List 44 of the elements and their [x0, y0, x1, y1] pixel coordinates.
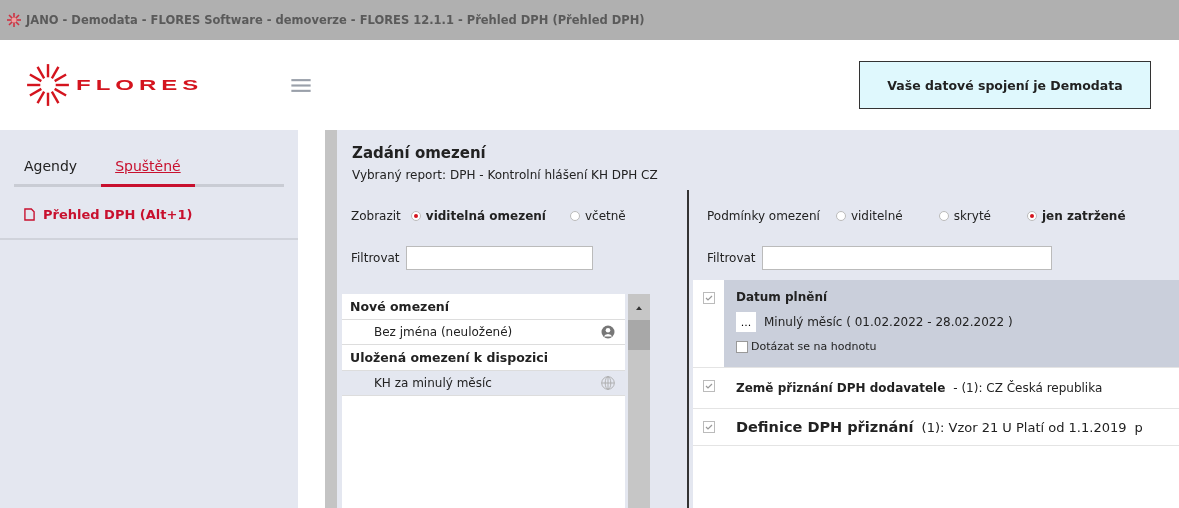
condition-name: Země přiznání DPH dodavatele [736, 381, 946, 395]
radio-option[interactable]: viditelné [835, 209, 903, 223]
filter-label: Filtrovat [351, 251, 400, 265]
globe-icon [601, 376, 615, 390]
filter-field[interactable] [761, 246, 1052, 270]
filter-label: Filtrovat [707, 251, 756, 265]
filter-list-item[interactable]: Bez jména (neuložené) [342, 320, 625, 345]
document-icon [24, 208, 35, 221]
value-picker-button[interactable]: ... [736, 312, 756, 332]
condition-detail: - (1): CZ Česká republika [953, 381, 1103, 395]
radio-option[interactable]: jen zatržené [1027, 209, 1126, 223]
condition-checkbox[interactable] [702, 380, 715, 392]
show-label: Zobrazit [351, 209, 401, 223]
item-label: KH za minulý měsíc [374, 376, 492, 390]
app-logo-icon [6, 12, 22, 28]
filter-list-item[interactable]: KH za minulý měsíc [342, 371, 625, 396]
radio-option[interactable]: skryté [938, 209, 991, 223]
scrollbar-thumb[interactable] [628, 320, 650, 350]
scrollbar[interactable] [628, 294, 650, 508]
connection-button[interactable]: Vaše datové spojení je Demodata [859, 61, 1151, 109]
condition-detail: (1): Vzor 21 U Platí od 1.1.2019 [921, 419, 1127, 435]
ask-value-checkbox[interactable]: Dotázat se na hodnotu [736, 340, 877, 353]
condition-value: Minulý měsíc ( 01.02.2022 - 28.02.2022 ) [764, 315, 1013, 329]
item-label: Bez jména (neuložené) [374, 325, 513, 339]
condition-checkbox[interactable] [702, 292, 715, 304]
group-header: Nové omezení [342, 294, 625, 320]
report-subtitle: Vybraný report: DPH - Kontrolní hlášení KH DPH CZ [352, 168, 659, 182]
flores-logo: FLORES [26, 63, 204, 107]
section-title: Zadání omezení [352, 144, 487, 162]
condition-detail: p [1134, 419, 1143, 435]
condition-checkbox[interactable] [702, 421, 715, 433]
user-icon [601, 325, 615, 339]
condition-name: Datum plnění [736, 290, 828, 304]
condition-name: Definice DPH přiznání [736, 419, 914, 435]
conditions-label: Podmínky omezení [707, 209, 820, 223]
sidebar-tab[interactable]: Spuštěné [101, 152, 195, 187]
window-title: JANO - Demodata - FLORES Software - demoverze - FLORES 12.1.1 - Přehled DPH (Přehled DPH) [26, 13, 645, 27]
radio-option[interactable]: viditelná omezení [410, 209, 546, 223]
scroll-up-icon[interactable] [636, 306, 642, 310]
filter-field[interactable] [405, 246, 593, 270]
sidebar-tab[interactable]: Agendy [24, 152, 84, 187]
menu-icon[interactable] [291, 77, 312, 93]
sidebar-item[interactable]: Přehled DPH (Alt+1) [0, 199, 298, 238]
radio-option[interactable]: včetně [569, 209, 626, 223]
